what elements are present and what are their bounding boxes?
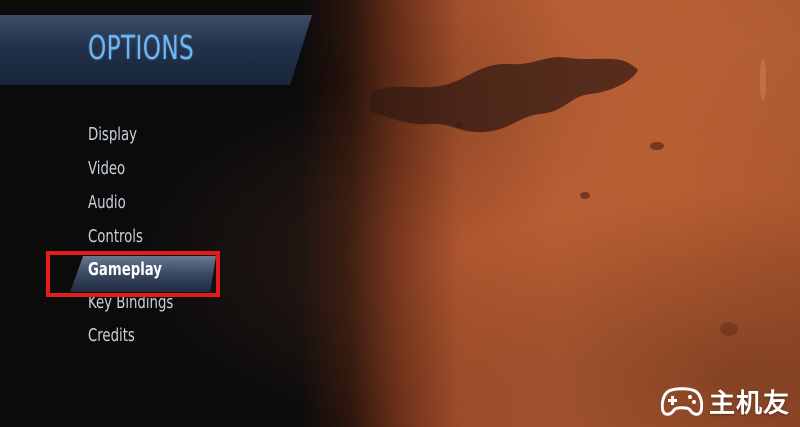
menu-item-credits[interactable]: Credits <box>88 321 135 351</box>
crater <box>650 142 664 150</box>
page-title: OPTIONS <box>88 28 195 67</box>
watermark-text: 主机友 <box>708 388 790 419</box>
crater <box>455 122 463 128</box>
gamepad-icon <box>660 387 703 416</box>
crater <box>580 192 590 199</box>
crater <box>720 322 738 336</box>
annotation-highlight-box <box>46 251 220 297</box>
dark-terrain-patch <box>370 57 638 133</box>
menu-item-audio[interactable]: Audio <box>88 188 126 218</box>
menu-item-display[interactable]: Display <box>88 120 137 150</box>
menu-item-video[interactable]: Video <box>88 154 125 184</box>
surface-streak <box>760 60 766 100</box>
site-watermark: 主机友 <box>660 383 790 419</box>
menu-item-controls[interactable]: Controls <box>88 222 143 252</box>
